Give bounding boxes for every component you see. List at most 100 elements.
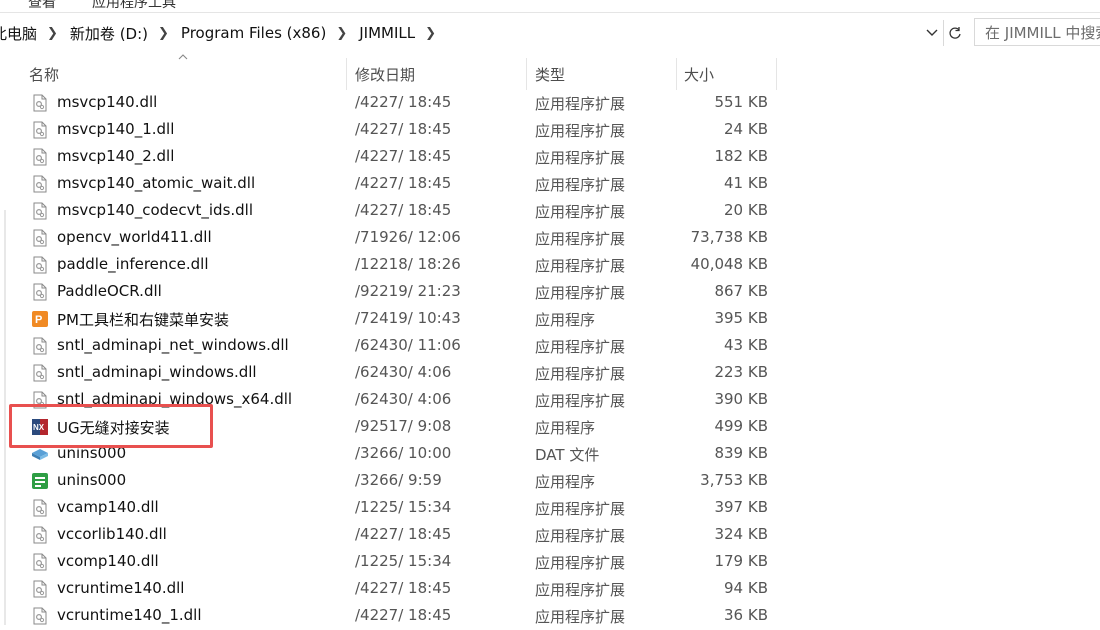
file-row[interactable]: sntl_adminapi_windows.dll/62430/ 4:06 应用程… — [0, 360, 1100, 387]
chevron-right-icon[interactable]: ❯ — [330, 26, 355, 41]
file-size: 551 KB — [714, 93, 768, 111]
file-type: 应用程序扩展 — [535, 581, 626, 599]
svg-text:P: P — [35, 314, 42, 326]
ribbon-tab-app-tools[interactable]: 应用程序工具 — [92, 0, 176, 12]
file-name[interactable]: vcamp140.dll — [57, 498, 159, 516]
file-type: 应用程序 — [535, 419, 596, 437]
breadcrumb[interactable]: 此电脑 ❯ 新加卷 (D:) ❯ Program Files (x86) ❯ J… — [0, 18, 940, 48]
file-size: 41 KB — [724, 174, 768, 192]
file-size: 839 KB — [714, 444, 768, 462]
file-name[interactable]: msvcp140.dll — [57, 93, 157, 111]
breadcrumb-jimmill[interactable]: JIMMILL — [355, 24, 419, 42]
breadcrumb-drive-d[interactable]: 新加卷 (D:) — [66, 23, 152, 44]
file-date: /92219/ 21:23 — [355, 282, 461, 300]
file-row[interactable]: vcruntime140_1.dll/4227/ 18:45 应用程序扩展 36 K… — [0, 603, 1100, 630]
file-date: /4227/ 18:45 — [355, 525, 452, 543]
address-bar: 此电脑 ❯ 新加卷 (D:) ❯ Program Files (x86) ❯ J… — [0, 18, 1100, 48]
dll-file-icon — [31, 283, 49, 301]
dll-file-icon — [31, 607, 49, 625]
file-row[interactable]: msvcp140_atomic_wait.dll/4227/ 18:45 应用程序… — [0, 171, 1100, 198]
file-size: 94 KB — [724, 579, 768, 597]
uninstaller-icon — [31, 472, 49, 490]
file-row[interactable]: opencv_world411.dll/71926/ 12:06 应用程序扩展 73… — [0, 225, 1100, 252]
file-name[interactable]: opencv_world411.dll — [57, 228, 212, 246]
file-name[interactable]: vccorlib140.dll — [57, 525, 167, 543]
dll-file-icon — [31, 121, 49, 139]
column-header-name-label: 名称 — [29, 65, 60, 84]
file-name[interactable]: vcomp140.dll — [57, 552, 159, 570]
chevron-right-icon[interactable]: ❯ — [419, 26, 444, 41]
file-date: /1225/ 15:34 — [355, 498, 452, 516]
dll-file-icon — [31, 553, 49, 571]
file-size: 40,048 KB — [690, 255, 768, 273]
dll-file-icon — [31, 175, 49, 193]
file-size: 324 KB — [714, 525, 768, 543]
dll-file-icon — [31, 148, 49, 166]
file-type: 应用程序 — [535, 311, 596, 329]
refresh-icon[interactable] — [943, 20, 966, 46]
file-name[interactable]: unins000 — [57, 471, 126, 489]
file-type: 应用程序扩展 — [535, 608, 626, 626]
file-date: /62430/ 4:06 — [355, 363, 452, 381]
file-row[interactable]: vcamp140.dll/1225/ 15:34 应用程序扩展 397 KB — [0, 495, 1100, 522]
file-date: /72419/ 10:43 — [355, 309, 461, 327]
file-name[interactable]: msvcp140_2.dll — [57, 147, 174, 165]
file-name[interactable]: msvcp140_1.dll — [57, 120, 174, 138]
file-row[interactable]: vccorlib140.dll/4227/ 18:45 应用程序扩展 324 KB — [0, 522, 1100, 549]
file-row[interactable]: msvcp140.dll/4227/ 18:45 应用程序扩展 551 KB — [0, 90, 1100, 117]
dll-file-icon — [31, 202, 49, 220]
dll-file-icon — [31, 337, 49, 355]
file-date: /3266/ 9:59 — [355, 471, 442, 489]
chevron-right-icon[interactable]: ❯ — [41, 26, 66, 41]
file-row[interactable]: msvcp140_2.dll/4227/ 18:45 应用程序扩展 182 KB — [0, 144, 1100, 171]
breadcrumb-this-pc[interactable]: 此电脑 — [0, 23, 41, 44]
file-name[interactable]: msvcp140_atomic_wait.dll — [57, 174, 255, 192]
file-date: /1225/ 15:34 — [355, 552, 452, 570]
dll-file-icon — [31, 526, 49, 544]
file-row[interactable]: vcruntime140.dll/4227/ 18:45 应用程序扩展 94 KB — [0, 576, 1100, 603]
file-type: 应用程序扩展 — [535, 527, 626, 545]
file-type: 应用程序扩展 — [535, 284, 626, 302]
file-row[interactable]: vcomp140.dll/1225/ 15:34 应用程序扩展 179 KB — [0, 549, 1100, 576]
file-date: /92517/ 9:08 — [355, 417, 452, 435]
file-row[interactable]: unins000/3266/ 9:59 应用程序 3,753 KB — [0, 468, 1100, 495]
file-row[interactable]: P PM工具栏和右键菜单安装/72419/ 10:43 应用程序 395 KB — [0, 306, 1100, 333]
file-type: 应用程序扩展 — [535, 230, 626, 248]
dll-file-icon — [31, 580, 49, 598]
file-name[interactable]: msvcp140_codecvt_ids.dll — [57, 201, 253, 219]
file-size: 390 KB — [714, 390, 768, 408]
file-date: /3266/ 10:00 — [355, 444, 452, 462]
file-name[interactable]: sntl_adminapi_net_windows.dll — [57, 336, 289, 354]
file-type: 应用程序扩展 — [535, 95, 626, 113]
column-header-type[interactable]: 类型 — [527, 58, 677, 90]
file-type: 应用程序扩展 — [535, 149, 626, 167]
file-row[interactable]: paddle_inference.dll/12218/ 18:26 应用程序扩展 4… — [0, 252, 1100, 279]
column-header-date-label: 修改日期 — [355, 65, 416, 84]
breadcrumb-program-files[interactable]: Program Files (x86) — [177, 24, 330, 42]
file-name[interactable]: vcruntime140.dll — [57, 579, 184, 597]
file-name[interactable]: PM工具栏和右键菜单安装 — [57, 309, 229, 330]
file-date: /4227/ 18:45 — [355, 579, 452, 597]
file-size: 182 KB — [714, 147, 768, 165]
file-row[interactable]: msvcp140_codecvt_ids.dll/4227/ 18:45 应用程序… — [0, 198, 1100, 225]
file-name[interactable]: PaddleOCR.dll — [57, 282, 162, 300]
column-header-size[interactable]: 大小 — [677, 58, 777, 90]
file-name[interactable]: paddle_inference.dll — [57, 255, 209, 273]
column-header-date[interactable]: 修改日期 — [347, 58, 527, 90]
column-header-name[interactable]: 名称 — [20, 58, 347, 90]
file-row[interactable]: msvcp140_1.dll/4227/ 18:45 应用程序扩展 24 KB — [0, 117, 1100, 144]
search-input[interactable]: 在 JIMMILL 中搜索 — [974, 18, 1100, 46]
chevron-down-icon[interactable] — [920, 20, 944, 46]
file-row[interactable]: sntl_adminapi_net_windows.dll/62430/ 11:… — [0, 333, 1100, 360]
file-size: 499 KB — [714, 417, 768, 435]
file-date: /4227/ 18:45 — [355, 606, 452, 624]
file-type: 应用程序扩展 — [535, 203, 626, 221]
file-name[interactable]: sntl_adminapi_windows.dll — [57, 363, 257, 381]
file-date: /4227/ 18:45 — [355, 174, 452, 192]
file-row[interactable]: PaddleOCR.dll/92219/ 21:23 应用程序扩展 867 KB — [0, 279, 1100, 306]
chevron-right-icon[interactable]: ❯ — [152, 26, 177, 41]
column-divider[interactable] — [776, 58, 777, 90]
file-date: /4227/ 18:45 — [355, 93, 452, 111]
ribbon-tab-view[interactable]: 查看 — [28, 0, 56, 12]
file-name[interactable]: vcruntime140_1.dll — [57, 606, 202, 624]
